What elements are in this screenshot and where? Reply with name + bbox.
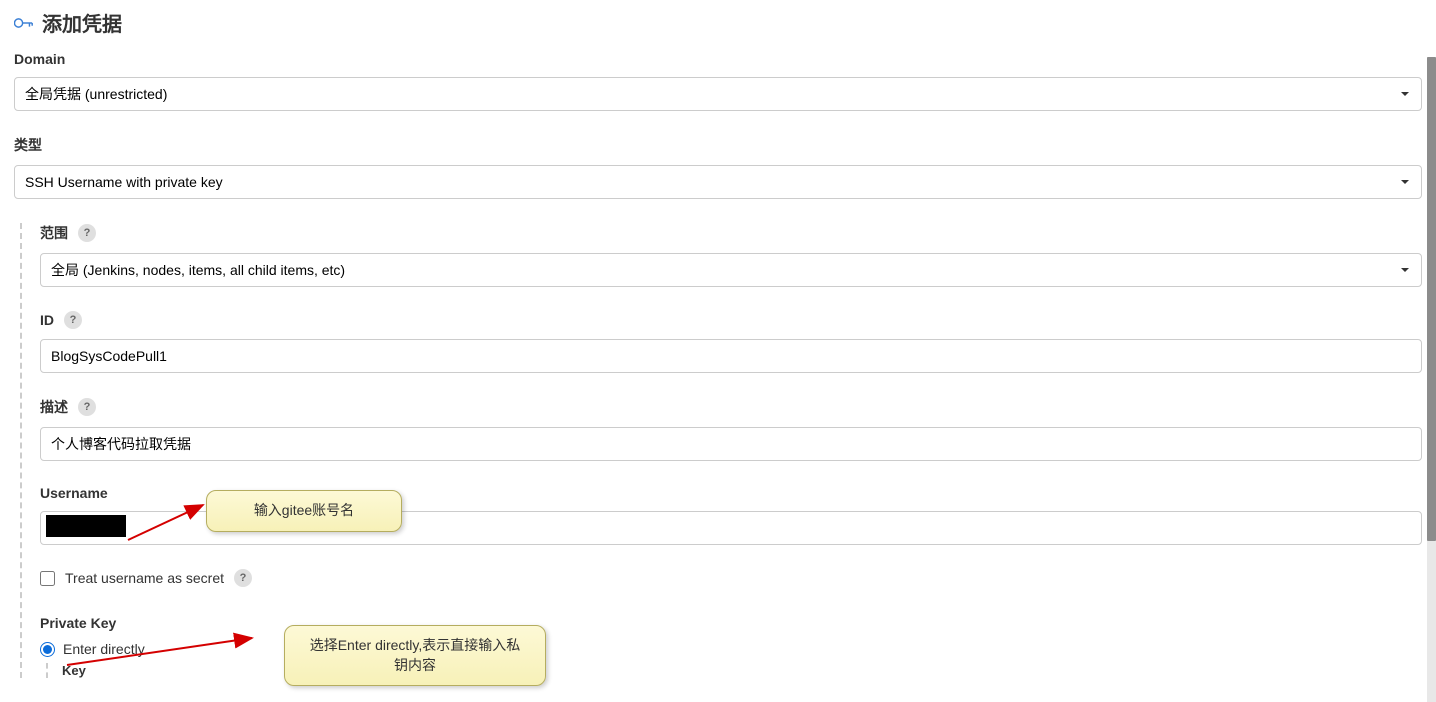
description-label: 描述 — [40, 397, 68, 417]
scope-group: 范围 ? 全局 (Jenkins, nodes, items, all chil… — [40, 223, 1422, 287]
enter-directly-label: Enter directly — [63, 641, 145, 657]
help-icon[interactable]: ? — [78, 398, 96, 416]
page-title: 添加凭据 — [42, 8, 122, 37]
private-key-group: Private Key Enter directly Key — [40, 615, 1422, 678]
private-key-label: Private Key — [40, 615, 1422, 631]
annotation-privatekey-tip: 选择Enter directly,表示直接输入私钥内容 — [284, 625, 546, 686]
help-icon[interactable]: ? — [234, 569, 252, 587]
domain-group: Domain 全局凭据 (unrestricted) — [14, 51, 1422, 111]
help-icon[interactable]: ? — [64, 311, 82, 329]
help-icon[interactable]: ? — [78, 224, 96, 242]
scope-label-row: 范围 ? — [40, 223, 1422, 243]
key-subsection: Key — [46, 663, 1422, 678]
redacted-username — [46, 515, 126, 537]
description-input[interactable] — [40, 427, 1422, 461]
treat-secret-row: Treat username as secret ? — [40, 569, 1422, 587]
id-group: ID ? — [40, 311, 1422, 373]
content-wrapper: 添加凭据 Domain 全局凭据 (unrestricted) 类型 SSH U… — [0, 0, 1436, 698]
enter-directly-radio[interactable] — [40, 642, 55, 657]
treat-secret-checkbox[interactable] — [40, 571, 55, 586]
credential-details-section: 范围 ? 全局 (Jenkins, nodes, items, all chil… — [20, 223, 1422, 678]
scope-label: 范围 — [40, 223, 68, 243]
scope-select[interactable]: 全局 (Jenkins, nodes, items, all child ite… — [40, 253, 1422, 287]
treat-secret-label: Treat username as secret — [65, 570, 224, 586]
id-input[interactable] — [40, 339, 1422, 373]
id-label: ID — [40, 312, 54, 328]
type-select[interactable]: SSH Username with private key — [14, 165, 1422, 199]
id-label-row: ID ? — [40, 311, 1422, 329]
description-group: 描述 ? — [40, 397, 1422, 461]
inner-scrollbar[interactable] — [1427, 57, 1436, 702]
page-header: 添加凭据 — [14, 8, 1422, 37]
annotation-username-tip: 输入gitee账号名 — [206, 490, 402, 532]
description-label-row: 描述 ? — [40, 397, 1422, 417]
inner-scrollbar-thumb[interactable] — [1427, 57, 1436, 541]
type-group: 类型 SSH Username with private key — [14, 135, 1422, 199]
key-icon — [14, 15, 34, 31]
type-label: 类型 — [14, 135, 1422, 155]
page-scroll-container[interactable]: 添加凭据 Domain 全局凭据 (unrestricted) 类型 SSH U… — [0, 0, 1436, 702]
domain-select[interactable]: 全局凭据 (unrestricted) — [14, 77, 1422, 111]
domain-label: Domain — [14, 51, 1422, 67]
key-label: Key — [62, 663, 1422, 678]
enter-directly-row: Enter directly — [40, 641, 1422, 657]
